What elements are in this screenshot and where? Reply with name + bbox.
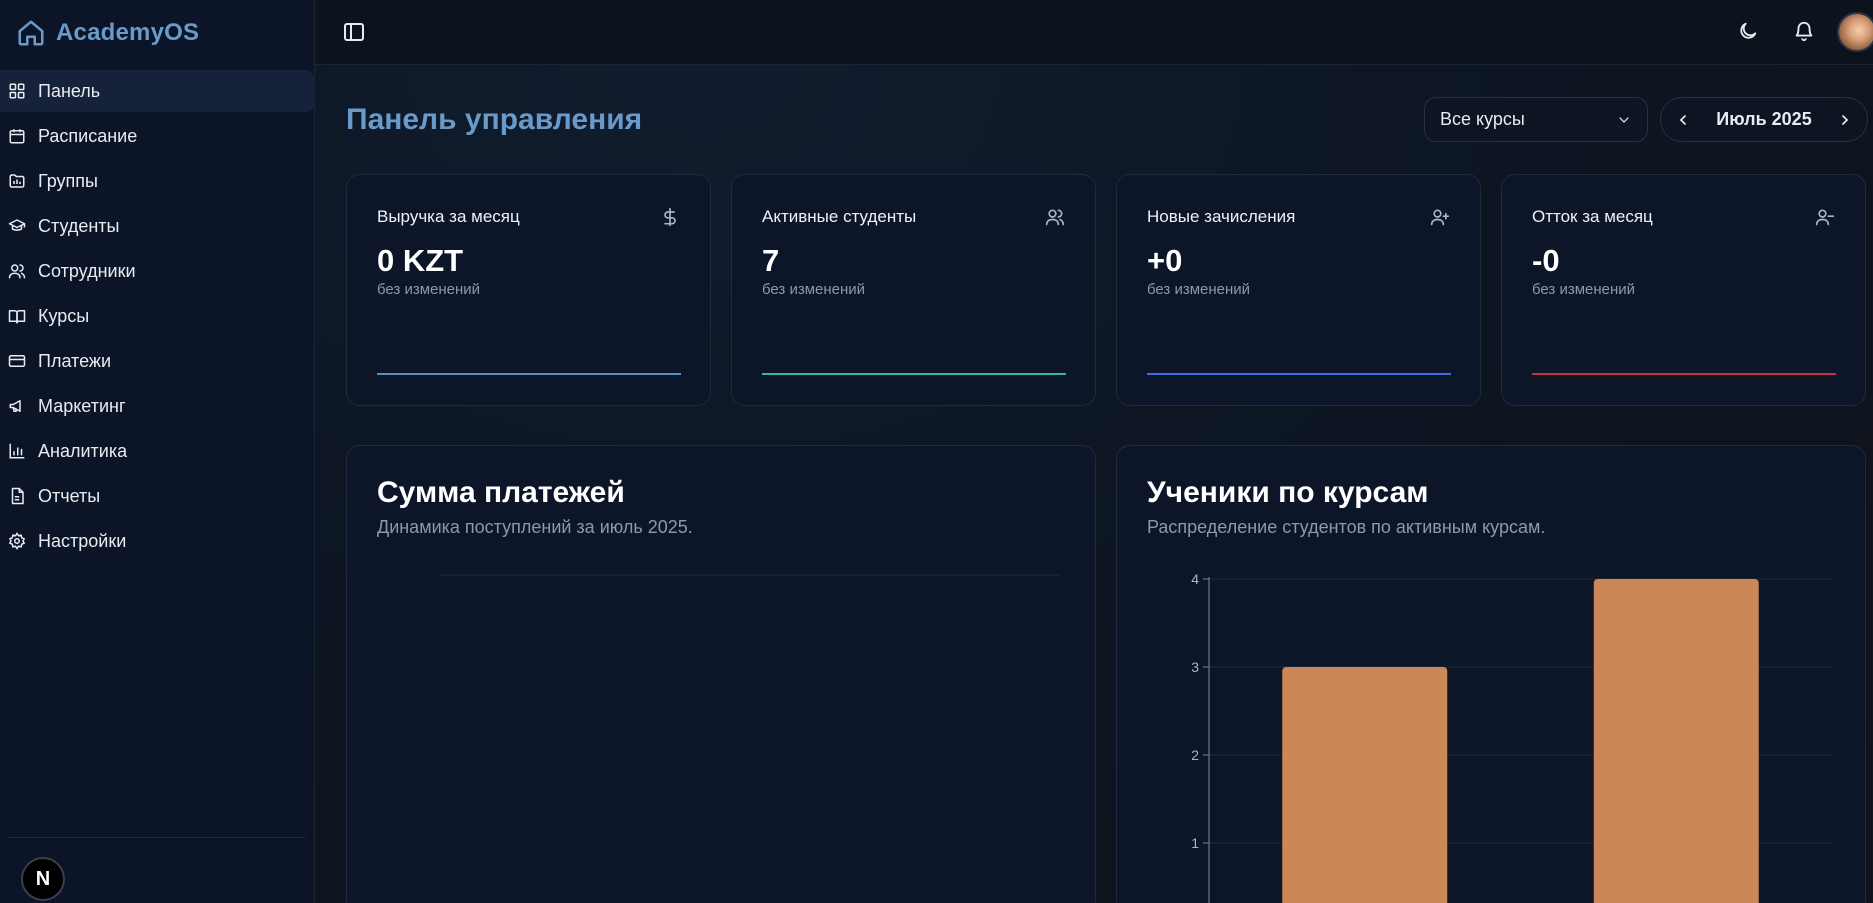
top-bar xyxy=(315,0,1873,65)
sidebar-item-students[interactable]: Студенты xyxy=(0,205,315,247)
course-filter-select[interactable]: Все курсы xyxy=(1424,97,1648,142)
course-filter-value: Все курсы xyxy=(1440,109,1525,129)
users-icon xyxy=(1045,209,1065,226)
stat-change: без изменений xyxy=(377,281,481,298)
stat-label: Выручка за месяц xyxy=(377,207,520,226)
y-tick-label: 3 xyxy=(1191,659,1199,675)
students-chart-card: Ученики по курсам Распределение студенто… xyxy=(1116,445,1866,903)
stat-value: -0 xyxy=(1532,243,1560,278)
sidebar-item-dashboard[interactable]: Панель xyxy=(0,70,315,112)
graduation-cap-icon xyxy=(8,219,26,231)
stat-card-revenue: Выручка за месяц 0 KZT без изменений xyxy=(346,174,711,406)
app-name: AcademyOS xyxy=(56,19,200,46)
payments-chart xyxy=(439,574,1060,576)
stat-sparkline xyxy=(377,373,681,375)
sidebar-item-label: Маркетинг xyxy=(38,395,126,416)
stat-label: Активные студенты xyxy=(762,207,917,226)
sidebar-item-label: Платежи xyxy=(38,350,112,371)
bell-icon[interactable] xyxy=(1793,20,1815,42)
bar-chart-icon xyxy=(9,443,25,459)
page-title: Панель управления xyxy=(346,103,643,136)
stat-value: 0 KZT xyxy=(377,243,464,278)
report-icon xyxy=(11,487,24,505)
stat-value: +0 xyxy=(1147,243,1183,278)
current-month: Июль 2025 xyxy=(1716,109,1812,129)
stat-sparkline xyxy=(1147,373,1451,375)
sidebar-item-courses[interactable]: Курсы xyxy=(0,295,315,337)
users-icon xyxy=(8,264,26,279)
chart-bar xyxy=(1282,667,1448,903)
y-tick-label: 2 xyxy=(1191,747,1199,763)
sidebar-item-staff[interactable]: Сотрудники xyxy=(0,250,315,292)
sidebar: AcademyOS Панель Расписание Группы Студе… xyxy=(0,0,315,903)
month-navigator: Июль 2025 xyxy=(1660,97,1868,142)
moon-icon[interactable] xyxy=(1737,20,1759,42)
sidebar-item-payments[interactable]: Платежи xyxy=(0,340,315,382)
stat-card-churn: Отток за месяц -0 без изменений xyxy=(1501,174,1866,406)
credit-card-icon xyxy=(8,355,26,367)
stat-sparkline xyxy=(762,373,1066,375)
sidebar-item-label: Группы xyxy=(38,170,98,191)
chevron-right-icon[interactable] xyxy=(1837,112,1853,128)
sidebar-divider xyxy=(8,837,306,838)
sidebar-item-schedule[interactable]: Расписание xyxy=(0,115,315,157)
sidebar-item-label: Панель xyxy=(38,80,101,101)
y-tick-label: 4 xyxy=(1191,571,1199,587)
sidebar-item-label: Отчеты xyxy=(38,485,101,506)
sidebar-item-groups[interactable]: Группы xyxy=(0,160,315,202)
chart-bar xyxy=(1593,579,1759,903)
chevron-down-icon xyxy=(1619,116,1629,123)
stat-card-active-students: Активные студенты 7 без изменений xyxy=(731,174,1096,406)
chevron-left-icon[interactable] xyxy=(1675,112,1691,128)
user-plus-icon xyxy=(1430,209,1450,226)
home-icon xyxy=(18,20,44,46)
stat-change: без изменений xyxy=(1147,281,1251,298)
sidebar-item-label: Настройки xyxy=(38,530,127,551)
sidebar-item-analytics[interactable]: Аналитика xyxy=(0,430,315,472)
user-minus-icon xyxy=(1815,209,1835,226)
megaphone-icon xyxy=(9,400,21,412)
stat-sparkline xyxy=(1532,373,1836,375)
sidebar-item-label: Расписание xyxy=(38,125,138,146)
stat-change: без изменений xyxy=(762,281,866,298)
calendar-icon xyxy=(9,129,25,144)
book-icon xyxy=(8,310,26,324)
sidebar-toggle-icon[interactable] xyxy=(342,20,366,44)
students-by-course-chart: 01234 xyxy=(1191,571,1832,903)
sidebar-nav: Панель Расписание Группы Студенты Сотруд… xyxy=(0,70,315,565)
main-content: Панель управления Все курсы Июль 2025 Вы… xyxy=(315,65,1873,903)
sidebar-item-marketing[interactable]: Маркетинг xyxy=(0,385,315,427)
payments-chart-card: Сумма платежей Динамика поступлений за и… xyxy=(346,445,1096,903)
sidebar-item-settings[interactable]: Настройки xyxy=(0,520,315,562)
stat-label: Отток за месяц xyxy=(1532,207,1653,226)
stat-change: без изменений xyxy=(1532,281,1636,298)
avatar[interactable] xyxy=(1837,12,1873,52)
stat-label: Новые зачисления xyxy=(1147,207,1296,226)
app-logo[interactable]: AcademyOS xyxy=(16,18,199,48)
groups-icon xyxy=(9,174,25,188)
y-tick-label: 1 xyxy=(1191,835,1199,851)
sidebar-item-label: Студенты xyxy=(38,215,120,236)
gear-icon xyxy=(8,532,26,550)
sidebar-item-label: Сотрудники xyxy=(38,260,136,281)
dollar-icon xyxy=(664,207,676,227)
stat-value: 7 xyxy=(762,243,780,278)
sidebar-item-reports[interactable]: Отчеты xyxy=(0,475,315,517)
sidebar-item-label: Курсы xyxy=(38,305,90,326)
sidebar-item-label: Аналитика xyxy=(38,440,128,461)
dashboard-icon xyxy=(9,83,25,99)
stat-card-new-enrollments: Новые зачисления +0 без изменений xyxy=(1116,174,1481,406)
dev-badge[interactable]: N xyxy=(21,857,65,901)
